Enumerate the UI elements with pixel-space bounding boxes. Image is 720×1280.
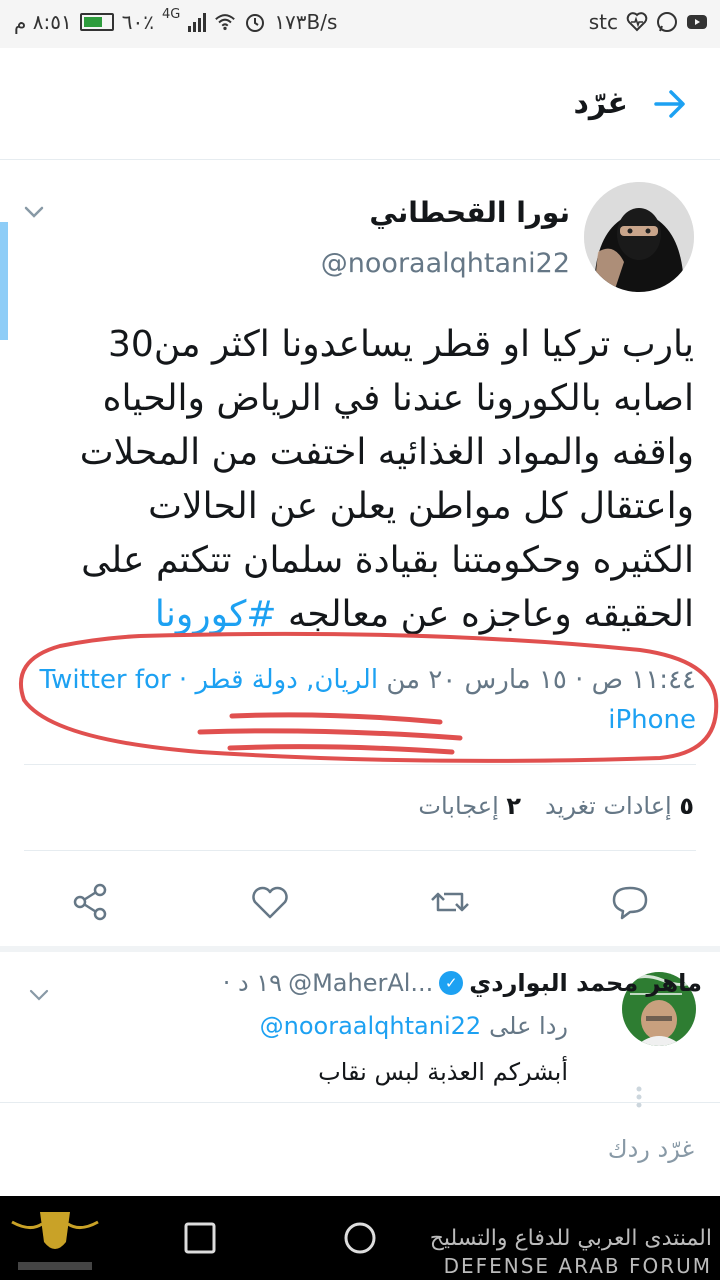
chevron-down-icon[interactable] bbox=[22, 200, 46, 224]
replying-to-handle[interactable]: @nooraalqhtani22 bbox=[260, 1012, 482, 1040]
reply-header: ماهر محمد البواردي ✓ @MaherAl... ١٩ د · bbox=[142, 966, 702, 1000]
network-type: 4G bbox=[161, 6, 181, 22]
retweets-stat[interactable]: ٥ إعادات تغريد bbox=[545, 792, 694, 820]
divider bbox=[24, 764, 696, 765]
whatsapp-icon bbox=[656, 11, 678, 33]
avatar[interactable] bbox=[584, 182, 694, 292]
location-link[interactable]: الريان, دولة قطر bbox=[195, 665, 378, 695]
reply-text: أبشركم العذبة لبس نقاب bbox=[318, 1058, 568, 1086]
tweet-actions bbox=[0, 870, 720, 934]
circle-nav-icon[interactable] bbox=[342, 1220, 378, 1256]
network-speed: ١٧٣B/s bbox=[274, 10, 338, 34]
chevron-down-icon[interactable] bbox=[28, 984, 50, 1006]
carrier-name: stc bbox=[588, 10, 618, 34]
tweet-text: يارب تركيا او قطر يساعدونا اكثر من30 اصا… bbox=[24, 318, 694, 642]
author-handle[interactable]: @nooraalqhtani22 bbox=[321, 248, 570, 279]
verified-icon: ✓ bbox=[439, 971, 464, 995]
signal-icon bbox=[188, 12, 207, 32]
battery-icon bbox=[79, 13, 114, 31]
hashtag-link[interactable]: #كورونا bbox=[155, 594, 277, 635]
tweet-line: يارب تركيا او قطر يساعدونا اكثر من30 bbox=[108, 324, 694, 365]
tweet-meta: ١١:٤٤ ص · ١٥ مارس ٢٠ من الريان, دولة قطر… bbox=[16, 660, 696, 740]
square-nav-icon[interactable] bbox=[182, 1220, 218, 1256]
share-icon[interactable] bbox=[68, 880, 112, 924]
tweet-timestamp: ١١:٤٤ ص · ١٥ مارس ٢٠ من bbox=[386, 665, 696, 695]
tweet-stats: ٥ إعادات تغريد ٢ إعجابات bbox=[418, 792, 694, 820]
replying-to: ردا على @nooraalqhtani22 bbox=[260, 1012, 568, 1040]
tweet-line-last: الحقيقه وعاجزه عن معالجه #كورونا bbox=[24, 588, 694, 642]
reply-input-placeholder[interactable]: غرّد ردك bbox=[608, 1135, 694, 1163]
retweet-icon[interactable] bbox=[428, 880, 472, 924]
reply-author-handle[interactable]: @MaherAl... bbox=[288, 969, 433, 997]
youtube-icon bbox=[686, 11, 708, 33]
heart-icon[interactable] bbox=[248, 880, 292, 924]
reply-compose[interactable]: غرّد ردك bbox=[0, 1102, 720, 1196]
health-icon bbox=[626, 11, 648, 33]
section-divider bbox=[0, 946, 720, 952]
replying-to-label: ردا على bbox=[489, 1012, 568, 1040]
scroll-indicator bbox=[0, 222, 8, 340]
forum-logo bbox=[11, 1212, 99, 1270]
tweet-line: اصابه بالكورونا عندنا في الرياض والحياه bbox=[102, 378, 694, 419]
clock: ٨:٥١ م bbox=[14, 10, 72, 34]
alarm-icon bbox=[244, 11, 266, 33]
watermark-arabic: المنتدى العربي للدفاع والتسليح bbox=[429, 1226, 712, 1251]
status-left: ٨:٥١ م ٦٠٪ 4G ١٧٣B/s bbox=[14, 6, 338, 35]
page-title: غرّد bbox=[573, 86, 628, 121]
divider bbox=[24, 850, 696, 851]
author-name[interactable]: نورا القحطاني bbox=[369, 196, 570, 229]
wifi-icon bbox=[214, 11, 236, 33]
tweet-line: واقفه والمواد الغذائيه اختفت من المحلات bbox=[79, 432, 694, 473]
arrow-right-icon[interactable] bbox=[650, 84, 690, 124]
battery-percent: ٦٠٪ bbox=[121, 10, 154, 34]
status-bar: ٨:٥١ م ٦٠٪ 4G ١٧٣B/s stc bbox=[0, 0, 720, 48]
watermark-english: DEFENSE ARAB FORUM bbox=[443, 1254, 712, 1278]
status-right: stc bbox=[589, 10, 708, 34]
tweet-line: الحقيقه وعاجزه عن معالجه bbox=[288, 594, 694, 635]
reply-author-name[interactable]: ماهر محمد البواردي bbox=[469, 969, 702, 997]
tweet-line: واعتقال كل مواطن يعلن عن الحالات bbox=[148, 486, 694, 527]
reply-time: ١٩ د · bbox=[222, 969, 283, 997]
tweet-line: الكثيره وحكومتنا بقيادة سلمان تتكتم على bbox=[81, 540, 694, 581]
reply-icon[interactable] bbox=[608, 880, 652, 924]
app-header: غرّد bbox=[0, 48, 720, 160]
likes-stat[interactable]: ٢ إعجابات bbox=[418, 792, 521, 820]
